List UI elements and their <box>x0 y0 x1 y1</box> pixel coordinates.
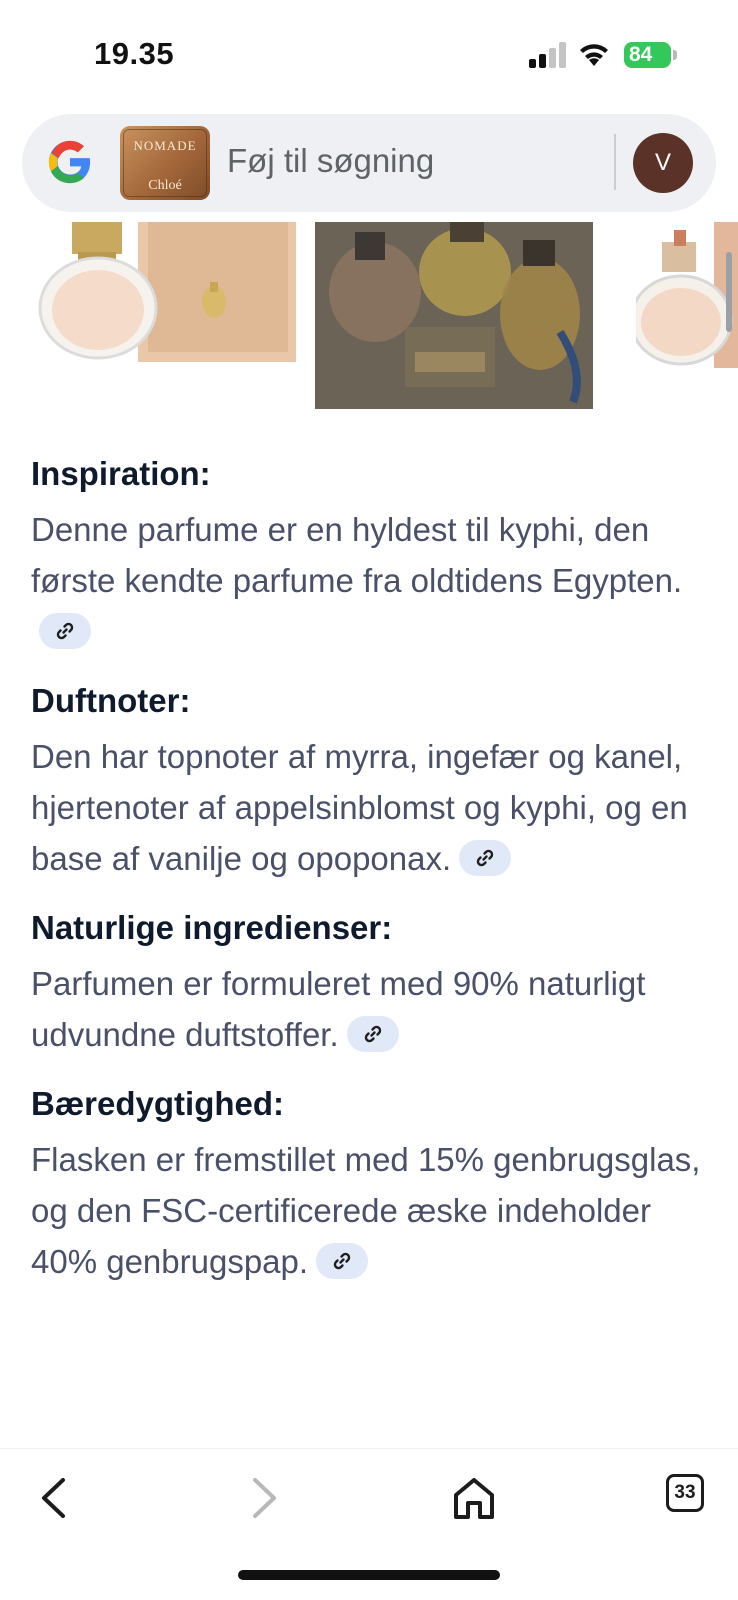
section-body-wrapper: Denne parfume er en hyldest til kyphi, d… <box>31 504 711 657</box>
section-body: Denne parfume er en hyldest til kyphi, d… <box>31 511 683 599</box>
home-icon[interactable] <box>449 1475 499 1521</box>
tabs-icon[interactable]: 33 <box>666 1474 704 1512</box>
avatar[interactable]: V <box>633 133 693 193</box>
back-icon[interactable] <box>30 1475 80 1521</box>
google-logo-icon[interactable] <box>47 139 93 185</box>
section-body: Parfumen er formuleret med 90% naturligt… <box>31 965 646 1053</box>
section-naturlige-ingredienser: Naturlige ingredienser: Parfumen er form… <box>31 906 711 1060</box>
carousel-scroll-indicator <box>726 252 732 332</box>
battery-level: 84 <box>629 43 653 66</box>
home-indicator[interactable] <box>238 1570 500 1580</box>
section-heading: Naturlige ingredienser: <box>31 909 393 946</box>
thumbnail-title: NOMADE <box>133 138 197 153</box>
image-carousel[interactable] <box>0 222 738 412</box>
source-link-chip[interactable] <box>316 1243 369 1280</box>
search-input[interactable]: Føj til søgning <box>227 142 434 180</box>
ai-overview-content: Inspiration: Denne parfume er en hyldest… <box>31 452 711 1309</box>
status-bar: 19.35 84 <box>0 0 738 108</box>
perfume-bottles-photo[interactable] <box>315 222 593 409</box>
link-icon <box>476 850 494 867</box>
source-link-chip[interactable] <box>459 840 512 877</box>
search-divider <box>614 134 616 190</box>
wifi-icon <box>580 44 608 66</box>
section-heading: Duftnoter: <box>31 682 191 719</box>
section-baeredygtighed: Bæredygtighed: Flasken er fremstillet me… <box>31 1082 711 1287</box>
perfume-bottle-with-box-image[interactable] <box>38 222 296 368</box>
section-heading: Bæredygtighed: <box>31 1085 285 1122</box>
section-body-wrapper: Flasken er fremstillet med 15% genbrugsg… <box>31 1134 711 1287</box>
section-duftnoter: Duftnoter: Den har topnoter af myrra, in… <box>31 679 711 884</box>
thumbnail-brand: Chloé <box>148 178 182 193</box>
forward-icon[interactable] <box>238 1475 288 1521</box>
perfume-bottle-image[interactable] <box>636 222 738 368</box>
link-icon <box>56 623 74 640</box>
search-bar[interactable]: NOMADE Chloé Føj til søgning V <box>22 114 716 212</box>
section-heading: Inspiration: <box>31 455 211 492</box>
battery-icon: 84 <box>624 42 677 68</box>
section-body: Den har topnoter af myrra, ingefær og ka… <box>31 738 688 877</box>
section-body-wrapper: Den har topnoter af myrra, ingefær og ka… <box>31 731 711 884</box>
link-icon <box>364 1026 381 1043</box>
search-image-thumbnail[interactable]: NOMADE Chloé <box>120 126 210 200</box>
status-time: 19.35 <box>94 36 175 71</box>
section-body-wrapper: Parfumen er formuleret med 90% naturligt… <box>31 958 711 1060</box>
section-inspiration: Inspiration: Denne parfume er en hyldest… <box>31 452 711 657</box>
source-link-chip[interactable] <box>346 1016 399 1053</box>
cellular-signal-icon <box>529 42 567 68</box>
source-link-chip[interactable] <box>39 613 91 650</box>
link-icon <box>333 1253 351 1270</box>
